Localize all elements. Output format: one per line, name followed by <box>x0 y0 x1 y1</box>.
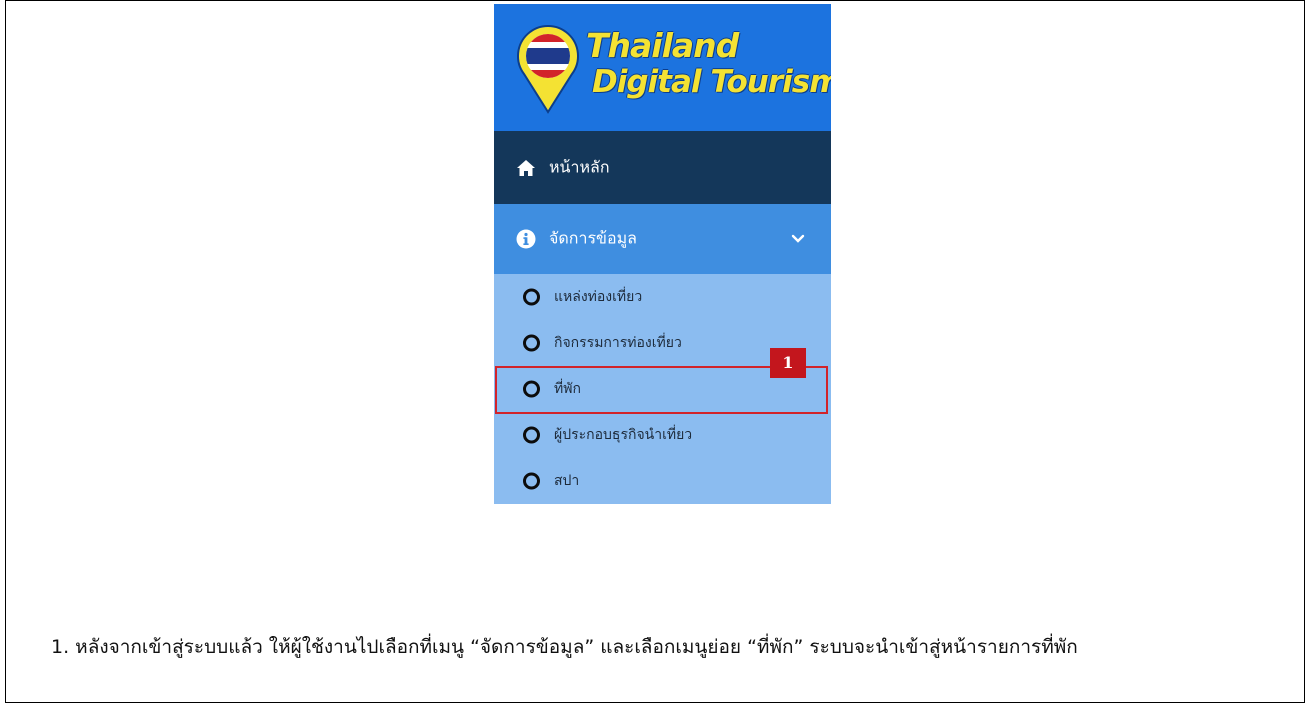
instruction-text: 1. หลังจากเข้าสู่ระบบแล้ว ให้ผู้ใช้งานไป… <box>51 636 1078 658</box>
submenu-item-spa[interactable]: สปา <box>494 458 831 504</box>
circle-outline-icon <box>523 288 540 306</box>
circle-outline-icon <box>523 334 540 352</box>
submenu-item-label: กิจกรรมการท่องเที่ยว <box>554 334 682 350</box>
menu-item-home[interactable]: หน้าหลัก <box>494 131 831 204</box>
submenu-item-tour-operators[interactable]: ผู้ประกอบธุรกิจนำเที่ยว <box>494 412 831 458</box>
submenu-item-label: สปา <box>554 472 580 488</box>
sidebar-screenshot: Thailand Digital Tourism หน้าหลัก จัดการ… <box>494 4 831 504</box>
logo-area[interactable]: Thailand Digital Tourism <box>494 4 831 131</box>
submenu-item-label: ผู้ประกอบธุรกิจนำเที่ยว <box>554 426 693 442</box>
document-frame: Thailand Digital Tourism หน้าหลัก จัดการ… <box>5 0 1305 703</box>
circle-outline-icon <box>523 472 540 490</box>
home-icon <box>517 159 535 176</box>
logo-title-line2: Digital Tourism <box>592 64 831 100</box>
info-circle-icon <box>516 229 536 249</box>
callout-number-badge: 1 <box>770 348 806 378</box>
circle-outline-icon <box>523 426 540 444</box>
menu-item-data-management[interactable]: จัดการข้อมูล <box>494 204 831 274</box>
submenu-list: แหล่งท่องเที่ยว กิจกรรมการท่องเที่ยว ที่… <box>494 274 831 504</box>
logo-title-line1: Thailand <box>586 26 739 65</box>
submenu-item-attractions[interactable]: แหล่งท่องเที่ยว <box>494 274 831 320</box>
map-pin-flag-icon <box>517 25 579 114</box>
chevron-down-icon[interactable] <box>791 234 805 244</box>
menu-data-management-label: จัดการข้อมูล <box>549 230 637 248</box>
menu-home-label: หน้าหลัก <box>549 159 610 176</box>
submenu-item-label: แหล่งท่องเที่ยว <box>554 288 643 304</box>
